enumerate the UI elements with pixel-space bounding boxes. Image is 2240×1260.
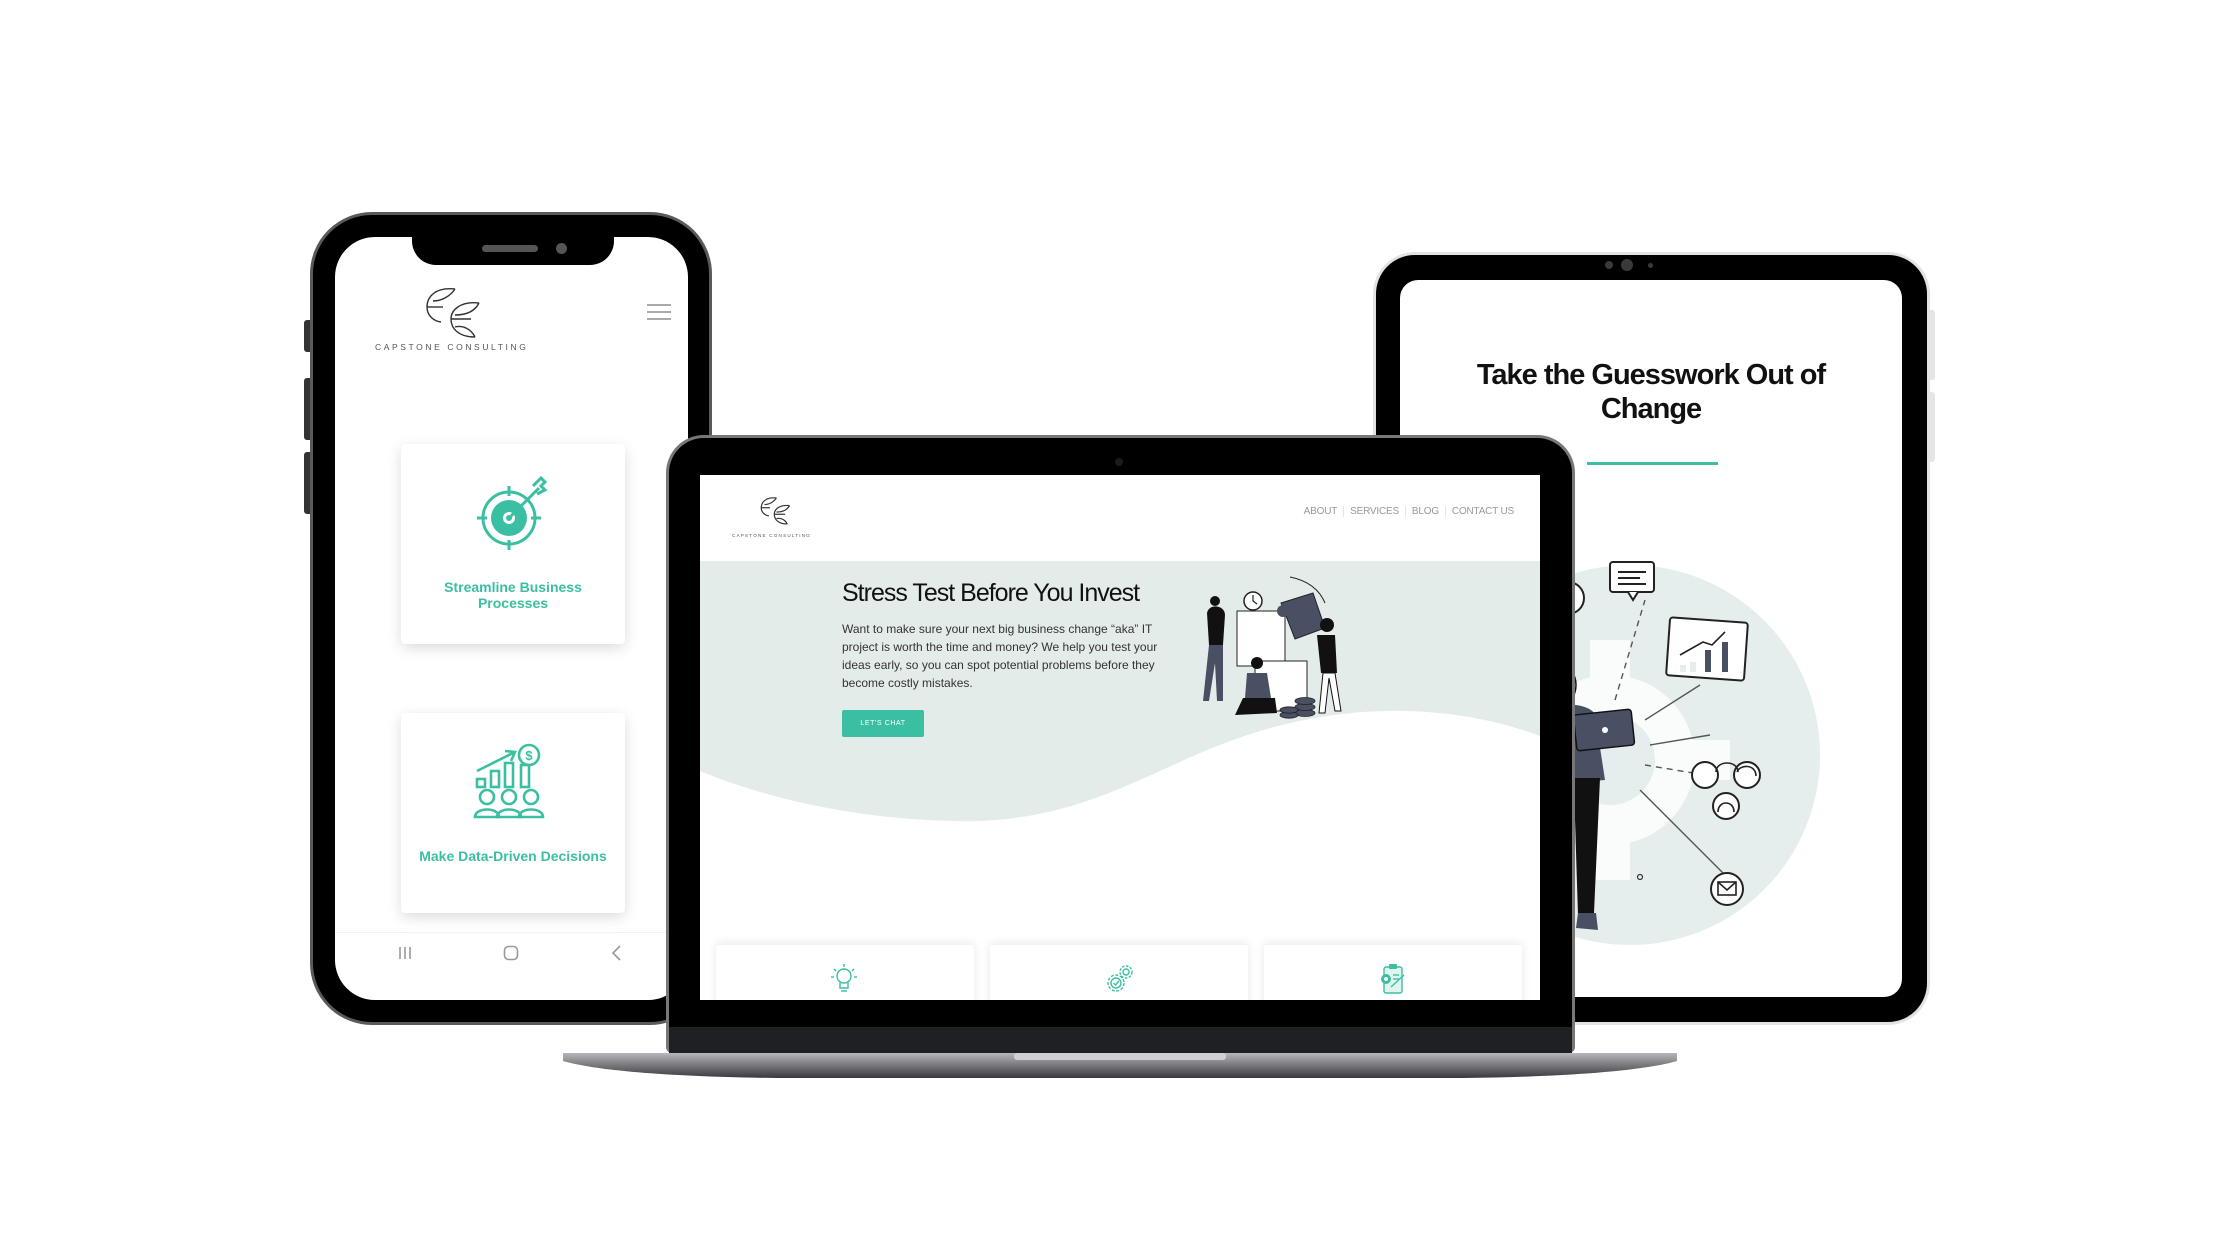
capstone-logo-icon[interactable]	[758, 495, 796, 527]
laptop-hinge	[669, 1027, 1572, 1053]
phone-camera	[556, 243, 567, 254]
laptop-screen: CAPSTONE CONSULTING ABOUT SERVICES BLOG …	[700, 475, 1540, 1000]
nav-blog[interactable]: BLOG	[1404, 506, 1445, 517]
service-card-label: Streamline Business Processes	[444, 579, 582, 611]
service-card[interactable]	[716, 945, 974, 1000]
tablet-sensor	[1648, 263, 1653, 268]
lightbulb-icon	[831, 964, 857, 992]
laptop-base	[563, 1053, 1677, 1078]
service-card[interactable]	[1264, 945, 1522, 1000]
tablet-camera	[1621, 259, 1633, 271]
home-icon[interactable]	[491, 933, 531, 973]
nav-about[interactable]: ABOUT	[1298, 506, 1343, 517]
svg-text:$: $	[525, 748, 533, 763]
service-card[interactable]	[990, 945, 1248, 1000]
laptop-camera	[1115, 458, 1123, 466]
service-card-label: Make Data-Driven Decisions	[419, 848, 607, 864]
service-card-data-driven[interactable]: $ Make Data-Driven Decisions	[401, 713, 625, 913]
team-puzzle-illustration	[1203, 576, 1342, 719]
recent-apps-icon[interactable]	[385, 933, 425, 973]
gears-check-icon	[1107, 965, 1133, 992]
service-card-streamline[interactable]: Streamline Business Processes	[401, 444, 625, 644]
android-nav-bar	[335, 932, 688, 972]
main-nav: ABOUT SERVICES BLOG CONTACT US	[1298, 506, 1520, 517]
tablet-side-button	[1930, 310, 1935, 380]
section-title: Take the Guesswork Out of Change	[1476, 359, 1826, 425]
capstone-logo-icon[interactable]	[421, 285, 491, 341]
nav-contact-us[interactable]: CONTACT US	[1444, 506, 1520, 517]
brand-name: CAPSTONE CONSULTING	[732, 533, 812, 538]
brand-name: CAPSTONE CONSULTING	[375, 342, 529, 352]
site-header: CAPSTONE CONSULTING ABOUT SERVICES BLOG …	[700, 475, 1540, 561]
hamburger-icon[interactable]	[647, 304, 671, 324]
hero-description: Want to make sure your next big business…	[842, 622, 1158, 690]
target-arrow-icon	[477, 475, 548, 550]
phone-screen: CAPSTONE CONSULTING Streamline Business …	[335, 237, 688, 1000]
clipboard-gear-icon	[1381, 964, 1405, 994]
growth-chart-people-icon: $	[473, 743, 545, 819]
tablet-sensor	[1605, 261, 1613, 269]
back-icon[interactable]	[597, 933, 637, 973]
hero-title: Stress Test Before You Invest	[842, 579, 1140, 607]
nav-services[interactable]: SERVICES	[1343, 506, 1405, 517]
tablet-side-button	[1930, 392, 1935, 462]
phone-speaker	[482, 245, 538, 252]
lets-chat-button[interactable]: LET'S CHAT	[842, 710, 924, 737]
title-underline	[1587, 462, 1718, 465]
